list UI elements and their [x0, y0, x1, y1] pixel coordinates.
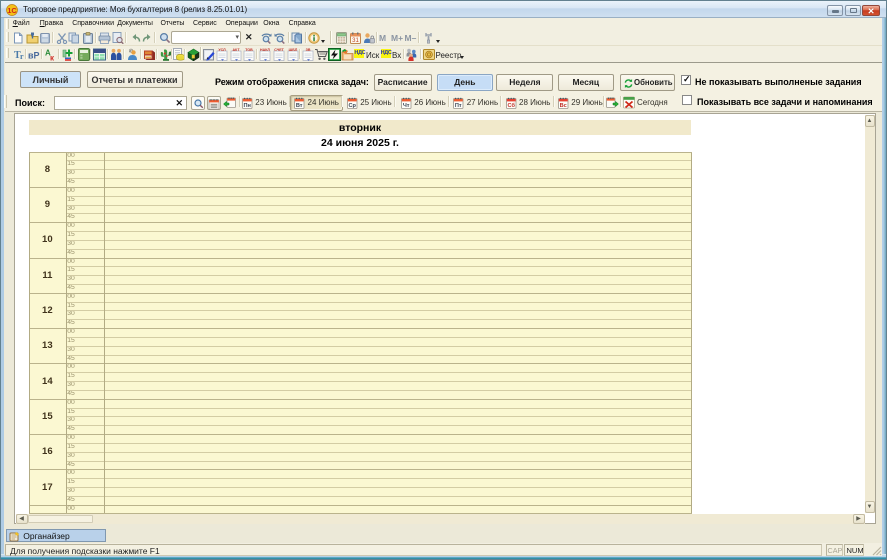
svg-text:СЧЕТ: СЧЕТ [274, 48, 284, 52]
svg-text:Пт: Пт [455, 102, 462, 108]
svg-text:НАКЛ: НАКЛ [260, 48, 270, 52]
svg-text:ЗВ: ЗВ [305, 48, 310, 52]
svg-text:Сб: Сб [507, 101, 515, 108]
svg-text:Вт: Вт [296, 102, 303, 108]
svg-text:Чт: Чт [403, 102, 410, 108]
svg-text:АКТ: АКТ [232, 48, 240, 52]
svg-text:1C: 1C [7, 6, 17, 15]
svg-text:ШБЛ: ШБЛ [288, 48, 297, 52]
svg-text:Вс: Вс [559, 102, 566, 108]
svg-text:Пн: Пн [243, 102, 250, 108]
svg-text:Ср: Ср [348, 102, 356, 108]
svg-text:к: к [50, 53, 55, 61]
svg-text:31: 31 [352, 38, 359, 44]
svg-text:r: r [20, 52, 24, 61]
svg-text:ТОВ: ТОВ [245, 48, 253, 52]
svg-text:?: ? [129, 49, 132, 55]
svg-text:УСЛ: УСЛ [218, 48, 226, 52]
svg-text:вР: вР [28, 50, 40, 60]
